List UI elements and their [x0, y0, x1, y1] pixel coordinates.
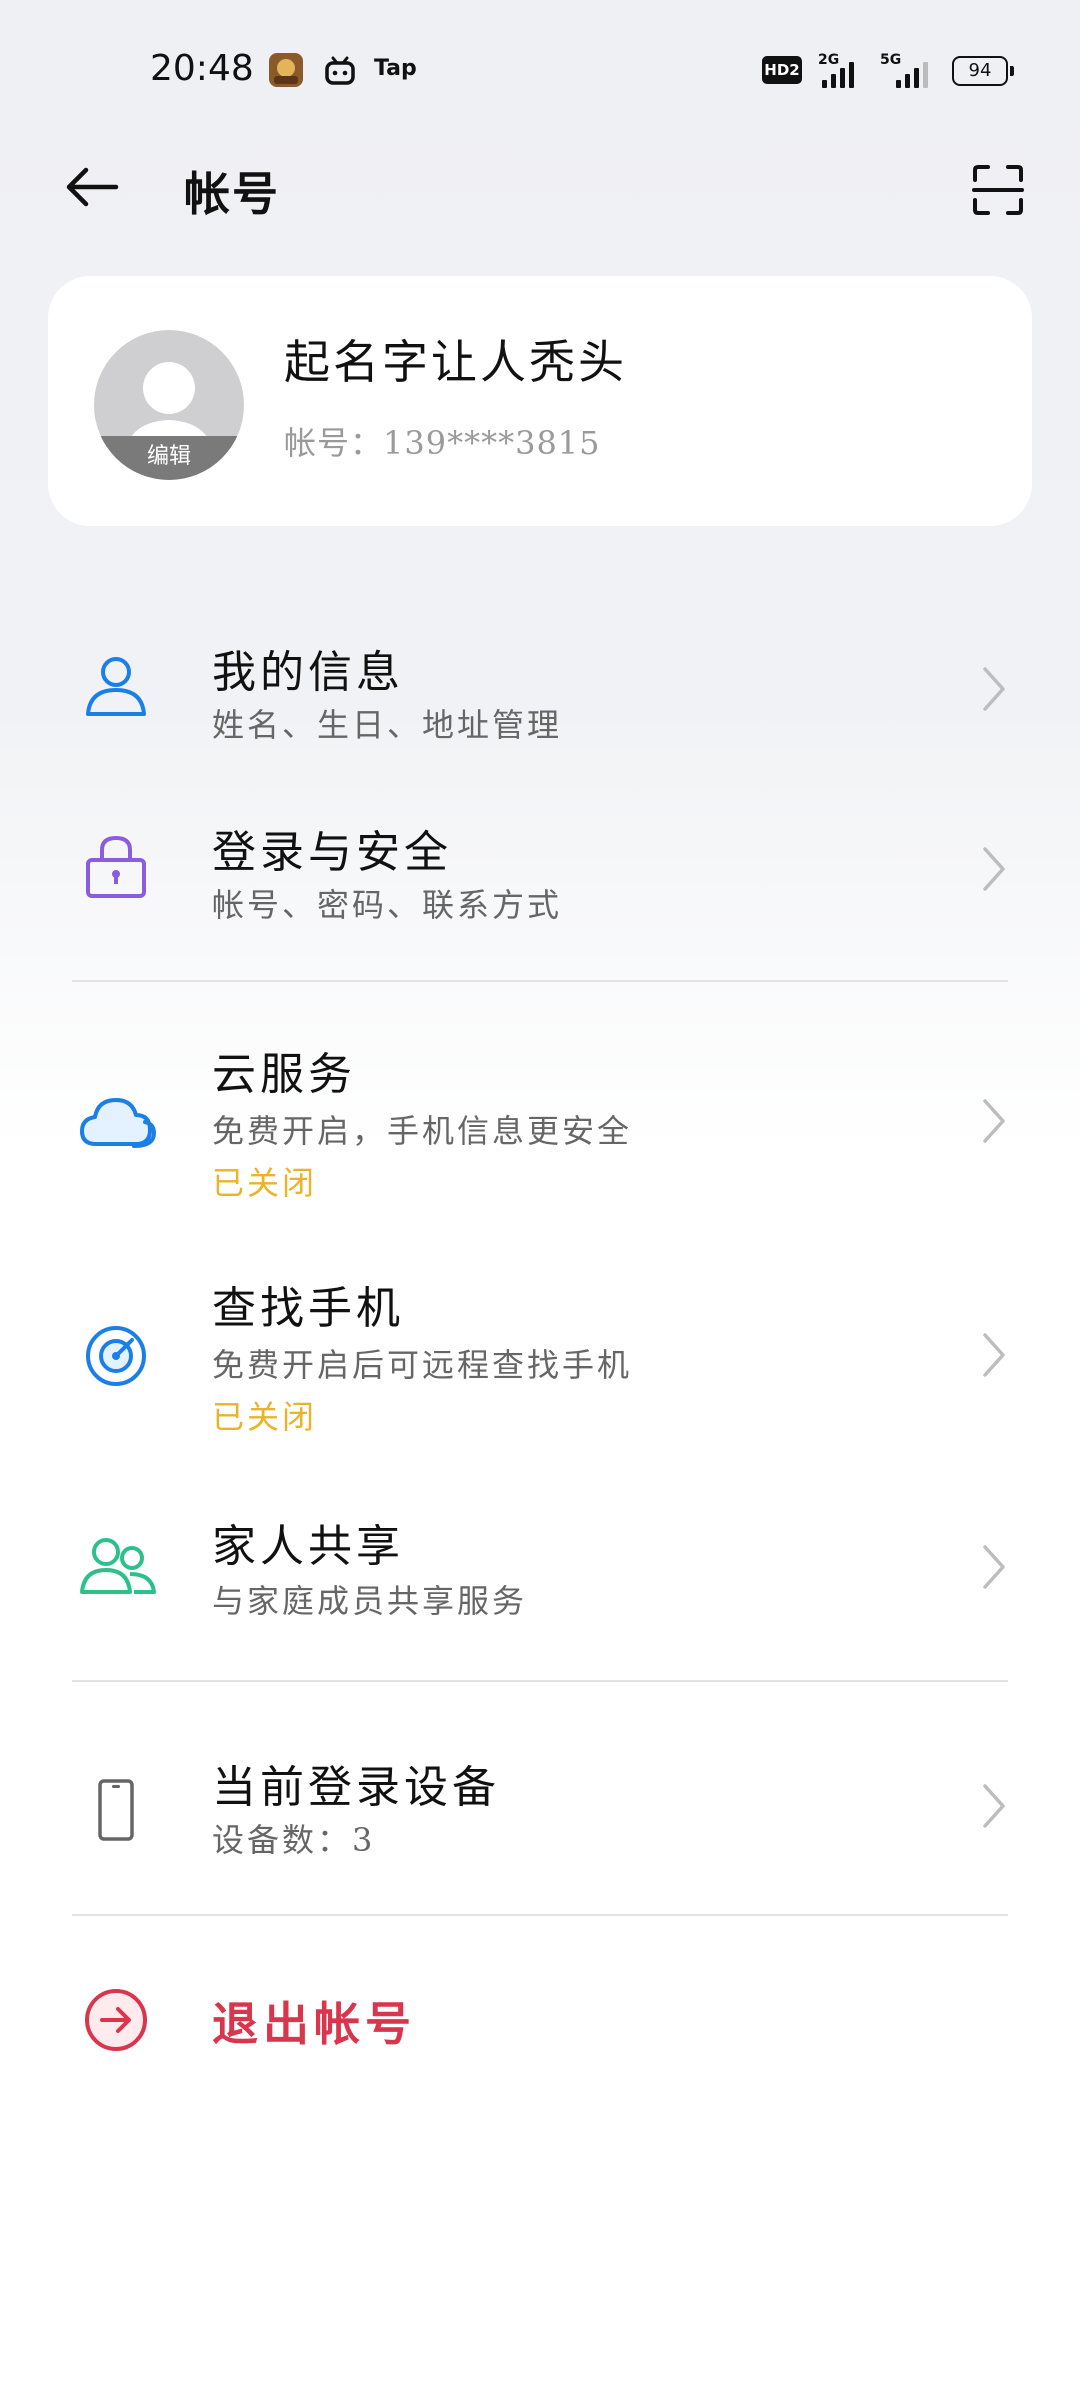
- divider: [72, 1914, 1008, 1916]
- my-info-label: 我的信息: [212, 647, 404, 698]
- account-number: 帐号：139****3815: [284, 424, 601, 462]
- chevron-right-icon: [982, 1098, 1006, 1144]
- profile-card[interactable]: 编辑 起名字让人秃头 帐号：139****3815: [48, 276, 1032, 526]
- avatar-edit-label[interactable]: 编辑: [94, 436, 244, 480]
- username: 起名字让人秃头: [284, 335, 627, 389]
- logout-button[interactable]: [0, 1960, 1080, 2080]
- status-time: 20:48: [150, 48, 254, 89]
- menu-item-family-share[interactable]: 家人共享 与家庭成员共享服务: [0, 1500, 1080, 1650]
- bilibili-icon: [322, 52, 358, 88]
- battery-indicator: 94: [952, 56, 1014, 86]
- current-devices-label: 当前登录设备: [212, 1762, 500, 1813]
- divider: [72, 1680, 1008, 1682]
- cloud-status-badge: 已关闭: [212, 1164, 318, 1202]
- menu-item-login-security[interactable]: 登录与安全 帐号、密码、联系方式: [0, 800, 1080, 950]
- menu-item-cloud-service[interactable]: 云服务 免费开启，手机信息更安全 已关闭: [0, 1030, 1080, 1230]
- cloud-icon: [78, 1086, 158, 1158]
- family-share-label: 家人共享: [212, 1521, 404, 1572]
- status-bar: 20:48 Tap HD2 2G 5G 94: [0, 0, 1080, 140]
- chevron-right-icon: [982, 846, 1006, 892]
- find-phone-subtitle: 免费开启后可远程查找手机: [212, 1346, 633, 1384]
- radar-icon: [80, 1320, 152, 1392]
- login-security-label: 登录与安全: [212, 827, 452, 878]
- find-phone-status-badge: 已关闭: [212, 1398, 318, 1436]
- chevron-right-icon: [982, 1783, 1006, 1829]
- find-phone-label: 查找手机: [212, 1283, 404, 1334]
- game-app-icon: [268, 52, 304, 88]
- lock-icon: [80, 830, 152, 902]
- menu-item-my-info[interactable]: 我的信息 姓名、生日、地址管理: [0, 620, 1080, 770]
- avatar[interactable]: 编辑: [94, 330, 244, 480]
- logout-label[interactable]: 退出帐号: [212, 1988, 416, 2054]
- signal-bars-1: [822, 60, 854, 88]
- cloud-service-subtitle: 免费开启，手机信息更安全: [212, 1112, 633, 1150]
- page-title: 帐号: [184, 167, 280, 221]
- hd-voice-badge: HD2: [762, 56, 802, 84]
- family-icon: [78, 1530, 158, 1602]
- phone-icon: [80, 1775, 152, 1847]
- scan-icon[interactable]: [972, 164, 1024, 216]
- tap-app-label: Tap: [374, 56, 417, 81]
- signal-bars-2: [896, 60, 928, 88]
- person-icon: [80, 650, 152, 722]
- my-info-subtitle: 姓名、生日、地址管理: [212, 706, 563, 744]
- chevron-right-icon: [982, 1332, 1006, 1378]
- back-arrow-icon[interactable]: [62, 162, 122, 212]
- logout-icon: [80, 1984, 152, 2056]
- current-devices-subtitle: 设备数：3: [212, 1821, 376, 1859]
- menu-item-current-devices[interactable]: 当前登录设备 设备数：3: [0, 1735, 1080, 1885]
- cloud-service-label: 云服务: [212, 1049, 356, 1100]
- menu-item-find-phone[interactable]: 查找手机 免费开启后可远程查找手机 已关闭: [0, 1264, 1080, 1464]
- divider: [72, 980, 1008, 982]
- family-share-subtitle: 与家庭成员共享服务: [212, 1582, 528, 1620]
- chevron-right-icon: [982, 1544, 1006, 1590]
- chevron-right-icon: [982, 666, 1006, 712]
- login-security-subtitle: 帐号、密码、联系方式: [212, 886, 563, 924]
